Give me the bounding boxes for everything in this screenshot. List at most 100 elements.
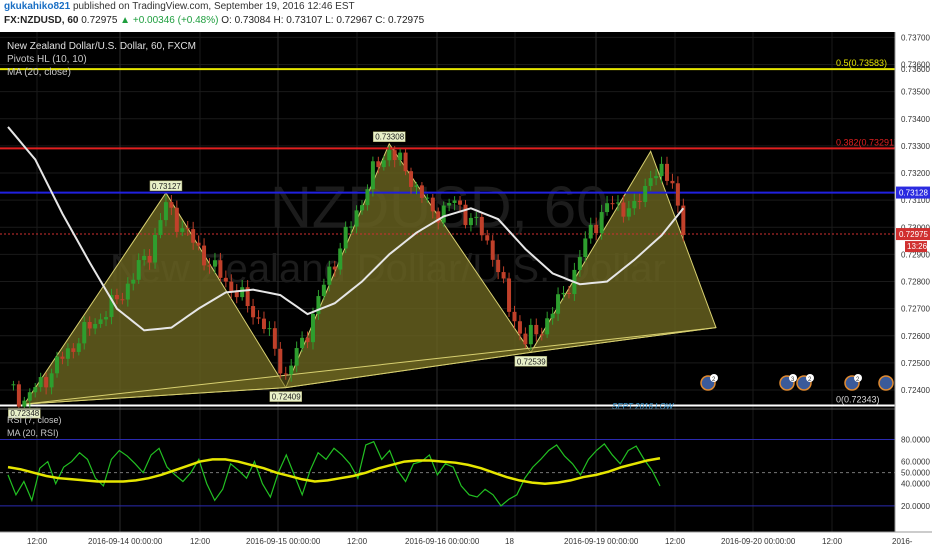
legend-ma[interactable]: MA (20, close) bbox=[7, 67, 71, 78]
legend-rsi-ma[interactable]: MA (20, RSI) bbox=[7, 428, 59, 438]
candle-body bbox=[414, 185, 419, 187]
legend-pivots[interactable]: Pivots HL (10, 10) bbox=[7, 54, 87, 65]
time-tick-label: 2016-09-20 00:00:00 bbox=[721, 537, 796, 546]
time-tick-label: 12:00 bbox=[27, 537, 48, 546]
countdown-tag-label: 13:26 bbox=[907, 242, 928, 251]
candle-body bbox=[403, 152, 408, 172]
candle-body bbox=[125, 283, 130, 300]
candle-body bbox=[180, 228, 185, 232]
candle-body bbox=[637, 200, 642, 202]
price-tick-label: 0.72400 bbox=[901, 386, 930, 395]
candle-body bbox=[507, 278, 512, 312]
candle-body bbox=[229, 281, 234, 292]
candle-body bbox=[16, 384, 21, 407]
candle-body bbox=[419, 185, 424, 198]
candle-body bbox=[147, 255, 152, 263]
time-axis-labels: 12:00 2016-09-14 00:00:00 12:00 2016-09-15 … bbox=[27, 537, 913, 546]
candle-body bbox=[452, 200, 457, 203]
candle-body bbox=[283, 373, 288, 375]
price-tick-label: 0.73700 bbox=[901, 33, 930, 42]
candle-body bbox=[349, 226, 354, 228]
price-tick-label: 0.73500 bbox=[901, 88, 930, 97]
publish-info: published on TradingView.com, September … bbox=[72, 1, 355, 12]
candle-body bbox=[648, 178, 653, 186]
fib-50-label: 0.5(0.73583) bbox=[836, 58, 887, 68]
price-chart[interactable]: NZDUSD, 60 New Zealand Dollar/U.S. Dolla… bbox=[0, 32, 932, 550]
candle-body bbox=[332, 266, 337, 270]
price-tick-label: 0.73300 bbox=[901, 142, 930, 151]
candle-body bbox=[71, 348, 76, 352]
candle-body bbox=[131, 279, 136, 284]
candle-body bbox=[256, 317, 261, 319]
price-tick-label: 0.72700 bbox=[901, 305, 930, 314]
candle-body bbox=[218, 260, 223, 278]
candle-body bbox=[104, 317, 109, 320]
time-tick-label: 12:00 bbox=[665, 537, 686, 546]
candle-body bbox=[447, 202, 452, 206]
candle-body bbox=[539, 334, 544, 336]
candle-body bbox=[501, 272, 506, 279]
candle-body bbox=[370, 161, 375, 190]
candle-body bbox=[615, 202, 620, 204]
candle-body bbox=[594, 224, 599, 234]
candle-body bbox=[82, 321, 87, 344]
candle-body bbox=[343, 226, 348, 249]
candle-body bbox=[479, 216, 484, 236]
time-tick-label: 12:00 bbox=[347, 537, 368, 546]
candle-body bbox=[588, 224, 593, 239]
fib-axis-label: 0.73600 bbox=[901, 65, 930, 74]
candle-body bbox=[545, 318, 550, 335]
candle-body bbox=[670, 180, 675, 184]
candle-body bbox=[60, 356, 65, 359]
legend-rsi[interactable]: RSI (7, close) bbox=[7, 415, 62, 425]
rsi-tick-label: 20.0000 bbox=[901, 502, 930, 511]
candle-body bbox=[517, 321, 522, 334]
candle-body bbox=[196, 242, 201, 246]
candle-body bbox=[387, 150, 392, 161]
candle-body bbox=[643, 185, 648, 202]
rsi-tick-label: 40.0000 bbox=[901, 480, 930, 489]
candle-body bbox=[360, 205, 364, 211]
candle-body bbox=[22, 400, 27, 407]
candle-body bbox=[381, 160, 386, 168]
candle-body bbox=[251, 306, 256, 318]
candle-body bbox=[485, 235, 490, 241]
candle-body bbox=[158, 220, 163, 235]
candle-body bbox=[566, 292, 571, 295]
candle-body bbox=[169, 202, 174, 208]
price-tick-label: 0.73400 bbox=[901, 115, 930, 124]
last-price: 0.72975 bbox=[81, 15, 118, 26]
candle-body bbox=[65, 348, 70, 359]
candle-body bbox=[398, 152, 403, 160]
candle-body bbox=[114, 294, 119, 300]
publish-line: gkukahiko821 published on TradingView.co… bbox=[4, 1, 355, 14]
candle-body bbox=[310, 313, 315, 343]
pivot-label: 0.72409 bbox=[272, 393, 301, 402]
candle-body bbox=[289, 365, 294, 375]
rsi-tick-label: 60.0000 bbox=[901, 458, 930, 467]
candle-body bbox=[534, 324, 539, 335]
sept-low-label: 0(0.72343) bbox=[836, 394, 880, 404]
candle-body bbox=[153, 234, 158, 263]
candle-body bbox=[354, 210, 359, 227]
candle-body bbox=[98, 319, 103, 324]
price-tick-label: 0.72500 bbox=[901, 359, 930, 368]
candle-body bbox=[223, 277, 228, 282]
candle-body bbox=[300, 337, 305, 349]
candle-body bbox=[583, 238, 588, 258]
last-price-tag-label: 0.72975 bbox=[899, 230, 928, 239]
candle-body bbox=[441, 205, 446, 223]
candle-body bbox=[338, 248, 343, 270]
candle-body bbox=[474, 216, 479, 218]
candle-body bbox=[185, 228, 190, 230]
author-name[interactable]: gkukahiko821 bbox=[4, 1, 70, 12]
candle-body bbox=[430, 197, 435, 212]
candle-body bbox=[261, 318, 266, 330]
candle-body bbox=[327, 266, 332, 285]
ohlc-values: O: 0.73084 H: 0.73107 L: 0.72967 C: 0.72… bbox=[221, 15, 425, 26]
candle-body bbox=[240, 287, 245, 298]
candle-body bbox=[321, 284, 326, 297]
time-tick-label: 2016-09-14 00:00:00 bbox=[88, 537, 163, 546]
candle-body bbox=[632, 200, 637, 209]
price-change: ▲ +0.00346 (+0.48%) bbox=[120, 15, 219, 26]
